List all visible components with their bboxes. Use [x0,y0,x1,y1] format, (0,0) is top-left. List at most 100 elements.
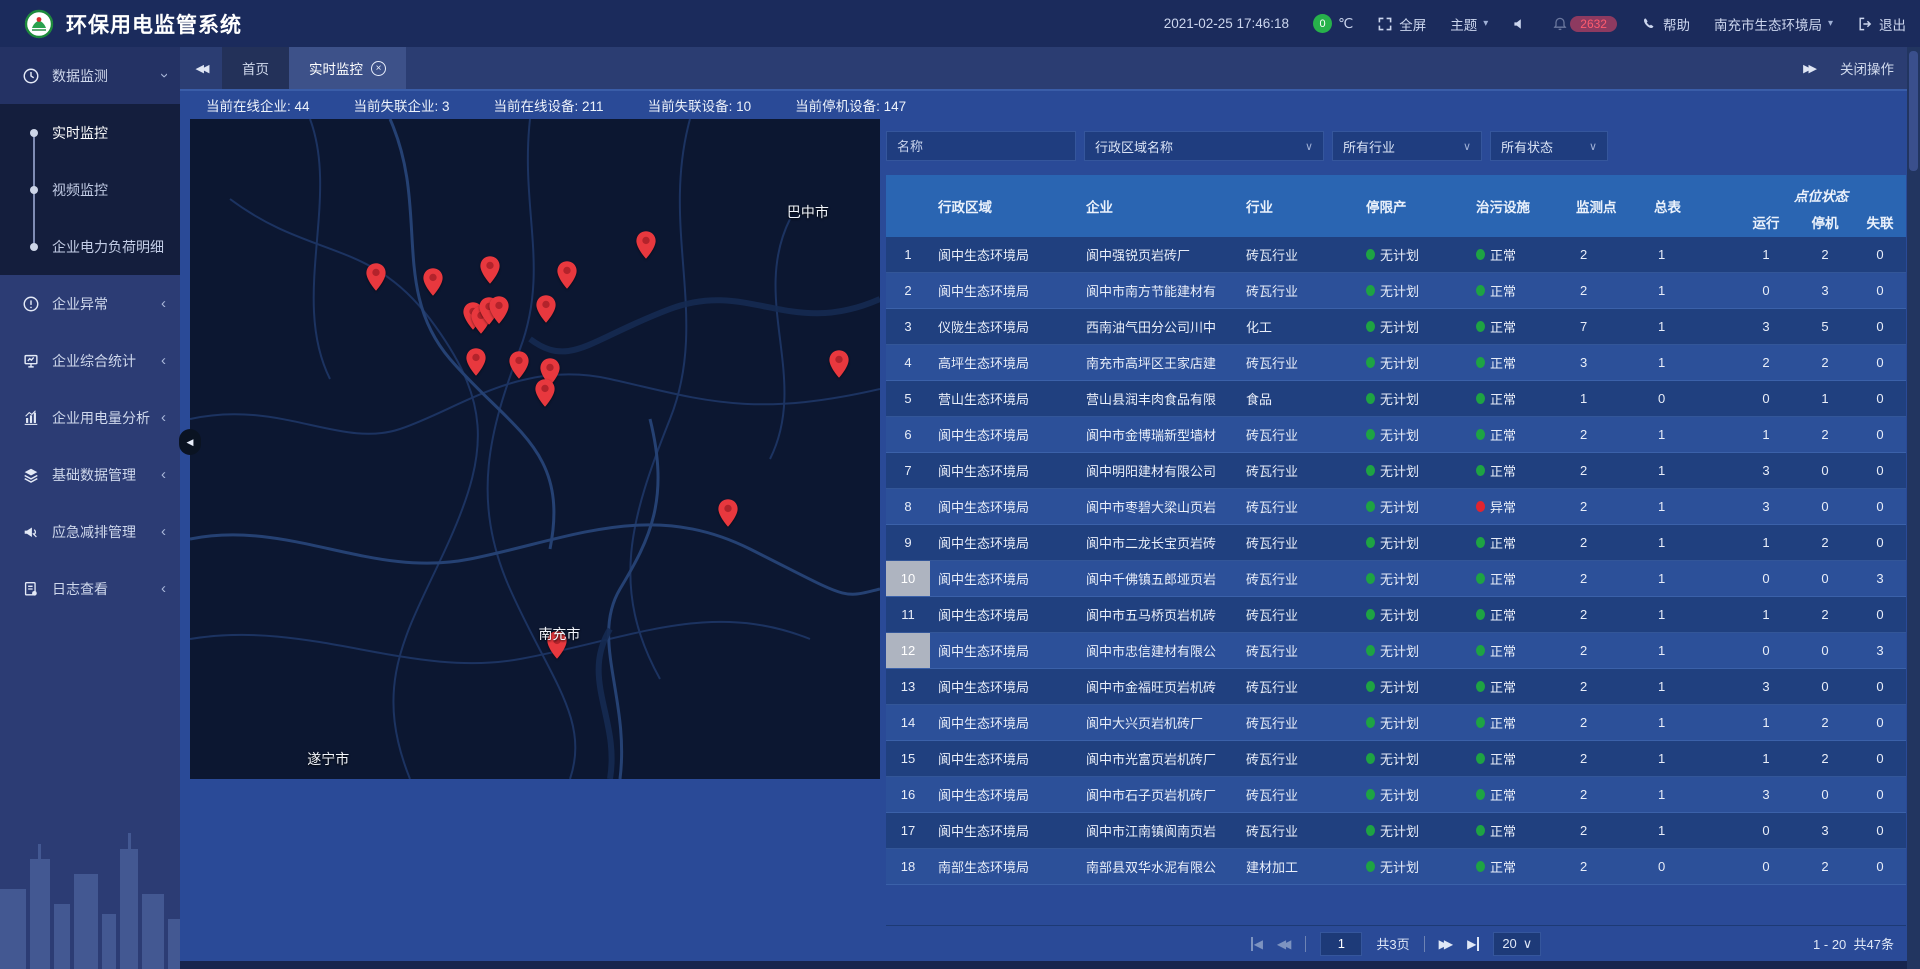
table-row[interactable]: 4高坪生态环境局南充市高坪区王家店建砖瓦行业无计划正常31220 [886,345,1906,381]
tab-首页[interactable]: 首页 [222,47,289,89]
map-pin[interactable] [365,262,387,292]
cell-facility-status: 正常 [1468,741,1568,776]
close-operations-button[interactable]: 关闭操作 [1840,58,1894,78]
cell-industry: 砖瓦行业 [1238,345,1358,380]
cell-company: 阆中大兴页岩机砖厂 [1078,705,1238,740]
fullscreen-button[interactable]: 全屏 [1377,14,1426,34]
sidebar-item-日志查看[interactable]: 日志查看‹ [0,560,180,617]
sidebar-item-数据监测[interactable]: 数据监测‹ [0,47,180,104]
map-pin[interactable] [635,230,657,260]
cell-production-status: 无计划 [1358,813,1468,848]
sidebar-subitem-label: 视频监控 [52,180,108,200]
table-row[interactable]: 12阆中生态环境局阆中市忠信建材有限公砖瓦行业无计划正常21003 [886,633,1906,669]
map-pin[interactable] [465,347,487,377]
cell-production-status: 无计划 [1358,381,1468,416]
map-pin[interactable] [828,349,850,379]
cell-region: 阆中生态环境局 [930,237,1078,272]
cell-company: 阆中千佛镇五郎垭页岩 [1078,561,1238,596]
table-row[interactable]: 5营山生态环境局营山县润丰肉食品有限食品无计划正常10010 [886,381,1906,417]
table-row[interactable]: 13阆中生态环境局阆中市金福旺页岩机砖砖瓦行业无计划正常21300 [886,669,1906,705]
map-canvas[interactable]: 巴中市南充市遂宁市 ◀ [190,119,880,779]
page-number-input[interactable] [1320,932,1362,956]
cell-facility-status: 正常 [1468,669,1568,704]
sidebar-item-应急减排管理[interactable]: 应急减排管理‹ [0,503,180,560]
map-pin[interactable] [488,295,510,325]
table-row[interactable]: 3仪陇生态环境局西南油气田分公司川中化工无计划正常71350 [886,309,1906,345]
map-pin[interactable] [479,255,501,285]
map-pin[interactable] [534,378,556,408]
org-menu-button[interactable]: 南充市生态环境局▾ [1714,14,1833,34]
name-search-input[interactable] [886,131,1076,161]
close-icon[interactable]: × [371,61,386,76]
tabs-scroll-right-button[interactable]: ▶▶ [1803,62,1814,75]
table-row[interactable]: 8阆中生态环境局阆中市枣碧大梁山页岩砖瓦行业无计划异常21300 [886,489,1906,525]
mute-button[interactable] [1512,16,1528,32]
cell-index: 7 [886,453,930,488]
status-select[interactable]: 所有状态 ∨ [1490,131,1608,161]
stats-icon [22,352,40,370]
table-row[interactable]: 2阆中生态环境局阆中市南方节能建材有砖瓦行业无计划正常21030 [886,273,1906,309]
scrollbar-thumb[interactable] [1909,51,1918,171]
cell-running-count: 3 [1736,489,1796,524]
cell-monitor-count: 2 [1568,669,1646,704]
map-pin[interactable] [556,260,578,290]
sidebar-subitem-企业电力负荷明细[interactable]: 企业电力负荷明细 [0,218,180,275]
cell-offline-count: 0 [1854,705,1906,740]
cell-production-status: 无计划 [1358,669,1468,704]
help-button[interactable]: 帮助 [1641,14,1690,34]
map-pin[interactable] [535,294,557,324]
content-body: 巴中市南充市遂宁市 ◀ 行政区域名称 ∨ 所有行业 ∨ [180,119,1920,961]
chevron-down-icon: ▾ [1828,18,1833,29]
sidebar-item-基础数据管理[interactable]: 基础数据管理‹ [0,446,180,503]
timeline-dot-icon [30,129,38,137]
next-page-button[interactable]: ▶▶ [1439,937,1453,951]
cell-industry: 砖瓦行业 [1238,669,1358,704]
cell-stopped-count: 2 [1796,705,1854,740]
cell-facility-status: 正常 [1468,453,1568,488]
enterprise-table: 行政区域 企业 行业 停限产 治污设施 监测点 总表 点位状态 运行 [886,175,1906,925]
table-row[interactable]: 15阆中生态环境局阆中市光富页岩机砖厂砖瓦行业无计划正常21120 [886,741,1906,777]
chevron-down-icon: ∨ [1463,140,1471,153]
sidebar-item-企业异常[interactable]: 企业异常‹ [0,275,180,332]
cell-running-count: 1 [1736,525,1796,560]
last-page-button[interactable]: ▶ [1467,937,1479,951]
sidebar-collapse-handle[interactable]: ◀ [179,429,201,455]
tab-实时监控[interactable]: 实时监控× [289,47,406,89]
region-select[interactable]: 行政区域名称 ∨ [1084,131,1324,161]
table-row[interactable]: 6阆中生态环境局阆中市金博瑞新型墙材砖瓦行业无计划正常21120 [886,417,1906,453]
sidebar-item-企业综合统计[interactable]: 企业综合统计‹ [0,332,180,389]
page-size-select[interactable]: 20 ∨ [1493,932,1541,956]
cell-monitor-count: 7 [1568,309,1646,344]
first-page-button[interactable]: ◀ [1251,937,1263,951]
sidebar-group-5: 应急减排管理‹ [0,503,180,560]
status-dot-green-icon [1366,861,1375,872]
col-offline: 失联 [1854,212,1906,232]
table-row[interactable]: 18南部生态环境局南部县双华水泥有限公建材加工无计划正常20020 [886,849,1906,885]
cell-stopped-count: 3 [1796,273,1854,308]
scrollbar-track[interactable] [1907,47,1920,969]
logout-button[interactable]: 退出 [1857,14,1906,34]
sidebar-item-label: 企业用电量分析 [52,408,161,428]
table-row[interactable]: 11阆中生态环境局阆中市五马桥页岩机砖砖瓦行业无计划正常21120 [886,597,1906,633]
sidebar-item-企业用电量分析[interactable]: 企业用电量分析‹ [0,389,180,446]
industry-select[interactable]: 所有行业 ∨ [1332,131,1482,161]
table-row[interactable]: 10阆中生态环境局阆中千佛镇五郎垭页岩砖瓦行业无计划正常21003 [886,561,1906,597]
map-pin[interactable] [508,350,530,380]
table-row[interactable]: 16阆中生态环境局阆中市石子页岩机砖厂砖瓦行业无计划正常21300 [886,777,1906,813]
table-row[interactable]: 17阆中生态环境局阆中市江南镇阆南页岩砖瓦行业无计划正常21030 [886,813,1906,849]
map-pin[interactable] [717,498,739,528]
table-row[interactable]: 1阆中生态环境局阆中强锐页岩砖厂砖瓦行业无计划正常21120 [886,237,1906,273]
sidebar-group-0: 数据监测‹实时监控视频监控企业电力负荷明细 [0,47,180,275]
sidebar-subitem-视频监控[interactable]: 视频监控 [0,161,180,218]
map-pin[interactable] [422,267,444,297]
prev-page-button[interactable]: ◀◀ [1277,937,1291,951]
table-row[interactable]: 9阆中生态环境局阆中市二龙长宝页岩砖砖瓦行业无计划正常21120 [886,525,1906,561]
tabs-scroll-left-button[interactable]: ◀◀ [180,47,222,89]
cell-production-status: 无计划 [1358,453,1468,488]
table-row[interactable]: 7阆中生态环境局阆中明阳建材有限公司砖瓦行业无计划正常21300 [886,453,1906,489]
sidebar-subitem-实时监控[interactable]: 实时监控 [0,104,180,161]
table-row[interactable]: 14阆中生态环境局阆中大兴页岩机砖厂砖瓦行业无计划正常21120 [886,705,1906,741]
cell-meter-count: 1 [1646,273,1736,308]
theme-button[interactable]: 主题▾ [1450,14,1488,34]
notification-button[interactable]: 2632 [1552,16,1617,32]
